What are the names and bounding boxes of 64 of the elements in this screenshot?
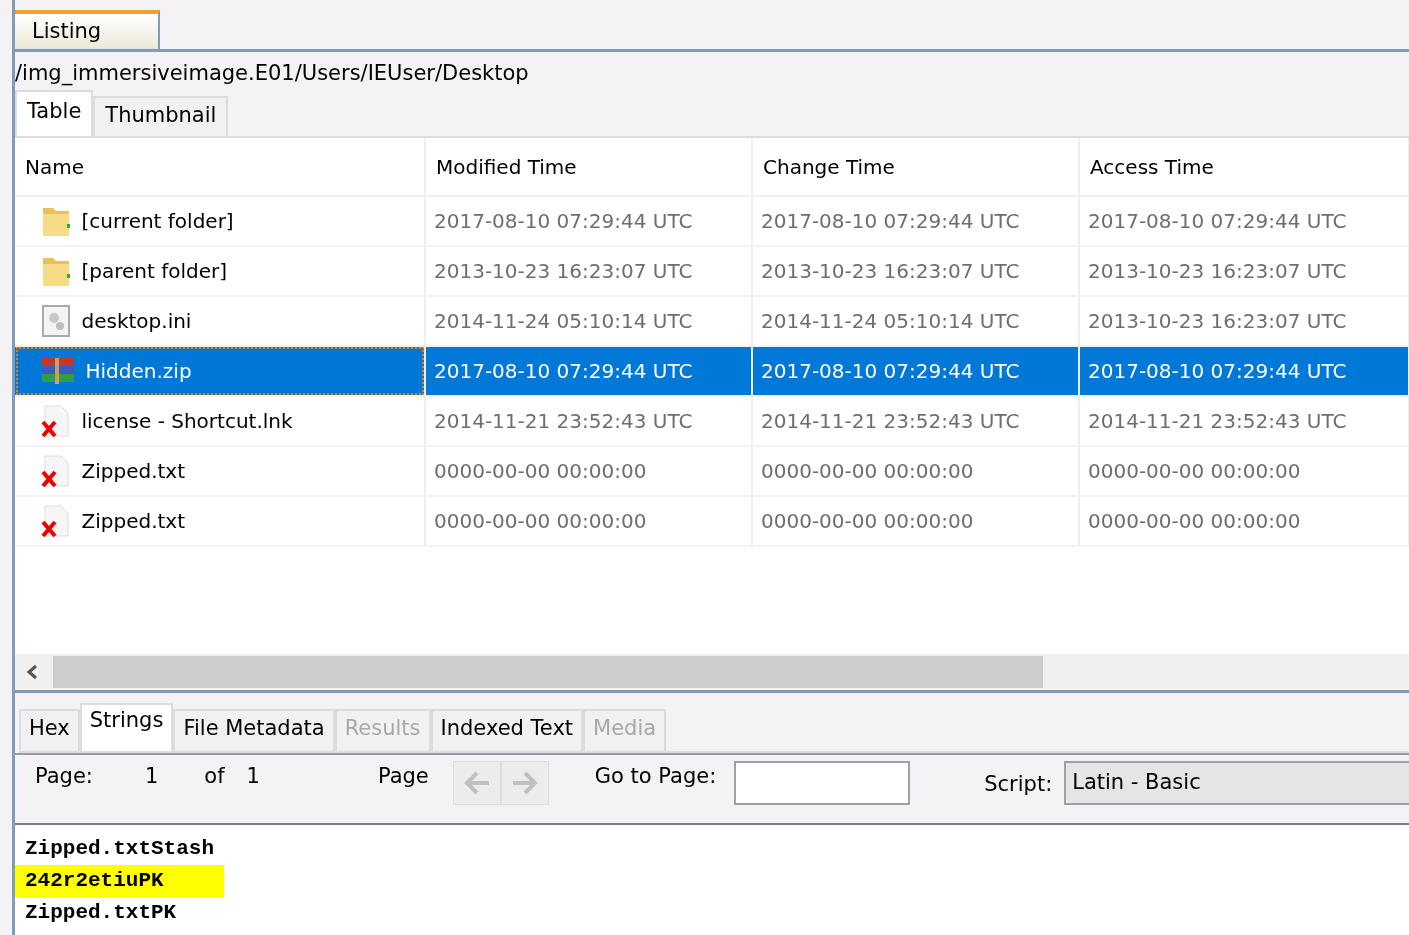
file-name: Hidden.zip <box>85 358 192 385</box>
goto-label: Go to Page: <box>594 763 717 790</box>
string-line: Zipped.txtStash <box>25 837 215 860</box>
table-cell: 0000-00-00 00:00:00 <box>1079 446 1409 496</box>
previous-page-button[interactable] <box>452 761 501 805</box>
table-cell: 2017-08-10 07:29:44 UTC <box>752 196 1079 246</box>
table-cell: 2014-11-21 23:52:43 UTC <box>425 396 752 446</box>
file-name: Zipped.txt <box>81 508 186 535</box>
file-name: [current folder] <box>81 208 234 235</box>
column-header-text: Access Time <box>1090 154 1214 179</box>
column-header-text: Change Time <box>763 154 895 179</box>
table-cell: 0000-00-00 00:00:00 <box>752 446 1079 496</box>
listing-tab[interactable]: Listing <box>15 10 160 49</box>
script-dropdown[interactable]: Latin - Basic <box>1064 761 1409 805</box>
column-header-text: Modified Time <box>436 154 577 179</box>
table-cell: 0000-00-00 00:00:00 <box>752 496 1079 546</box>
settings-file-icon <box>41 304 71 338</box>
deleted-file-icon <box>41 504 71 538</box>
page-label: Page: <box>35 763 93 790</box>
file-name: [parent folder] <box>81 258 228 285</box>
table-cell: 2017-08-10 07:29:44 UTC <box>752 346 1079 396</box>
table-cell: 2013-10-23 16:23:07 UTC <box>425 246 752 296</box>
table-cell: 2017-08-10 07:29:44 UTC <box>425 346 752 396</box>
script-label: Script: <box>984 771 1053 798</box>
table-cell: 2014-11-21 23:52:43 UTC <box>752 396 1079 446</box>
file-row[interactable]: Zipped.txt 0000-00-00 00:00:00 0000-00-00 00:00:00 0000-00-00 00:00:00 <box>15 496 1409 546</box>
file-row[interactable]: Hidden.zip 2017-08-10 07:29:44 UTC 2017-08-10 07:29:44 UTC 2017-08-10 07:29:44 UTC <box>15 346 1409 396</box>
of-label: of <box>204 763 225 790</box>
table-cell: 2014-11-21 23:52:43 UTC <box>1079 396 1409 446</box>
file-name: license - Shortcut.lnk <box>81 408 293 435</box>
table-cell: 0000-00-00 00:00:00 <box>425 496 752 546</box>
content-tab[interactable]: File Metadata <box>173 709 335 751</box>
file-row[interactable]: [parent folder] 2013-10-23 16:23:07 UTC 2013-10-23 16:23:07 UTC 2013-10-23 16:23:07 UTC <box>15 246 1409 296</box>
content-tab[interactable]: Hex <box>19 709 80 751</box>
archive-icon <box>41 356 75 386</box>
next-page-button[interactable] <box>500 761 549 805</box>
deleted-file-icon <box>41 454 71 488</box>
right-arrow-icon <box>510 770 539 796</box>
table-cell: 2013-10-23 16:23:07 UTC <box>1079 246 1409 296</box>
file-row[interactable]: license - Shortcut.lnk 2014-11-21 23:52:43 UTC 2014-11-21 23:52:43 UTC 2014-11-21 23:52:43 UTC <box>15 396 1409 446</box>
column-header-text: Name <box>25 154 84 179</box>
deleted-file-icon <box>41 404 71 438</box>
table-cell: 2017-08-10 07:29:44 UTC <box>425 196 752 246</box>
string-line: Zipped.txtPK <box>25 901 177 924</box>
table-cell: 2017-08-10 07:29:44 UTC <box>1079 196 1409 246</box>
content-tab[interactable]: Indexed Text <box>430 709 584 751</box>
file-name: Zipped.txt <box>81 458 186 485</box>
table-cell: 2013-10-23 16:23:07 UTC <box>752 246 1079 296</box>
view-tab[interactable]: Thumbnail <box>93 96 229 136</box>
file-name: desktop.ini <box>81 308 192 335</box>
table-cell: 2017-08-10 07:29:44 UTC <box>1079 346 1409 396</box>
left-arrow-icon <box>462 770 491 796</box>
file-row[interactable]: [current folder] 2017-08-10 07:29:44 UTC 2017-08-10 07:29:44 UTC 2017-08-10 07:29:44 UTC <box>15 196 1409 246</box>
view-tab[interactable]: Table <box>15 90 94 136</box>
table-cell: 0000-00-00 00:00:00 <box>1079 496 1409 546</box>
scrollbar-thumb[interactable] <box>53 656 1043 688</box>
page-number: 1 <box>144 763 159 790</box>
file-row[interactable]: Zipped.txt 0000-00-00 00:00:00 0000-00-00 00:00:00 0000-00-00 00:00:00 <box>15 446 1409 496</box>
goto-page-field[interactable] <box>734 761 911 805</box>
table-cell: 0000-00-00 00:00:00 <box>425 446 752 496</box>
page-nav-label: Page <box>377 763 429 790</box>
page-total: 1 <box>246 763 260 790</box>
path-text: /img_immersiveimage.E01/Users/IEUser/Desktop <box>15 60 530 88</box>
content-tab[interactable]: Strings <box>79 703 174 751</box>
